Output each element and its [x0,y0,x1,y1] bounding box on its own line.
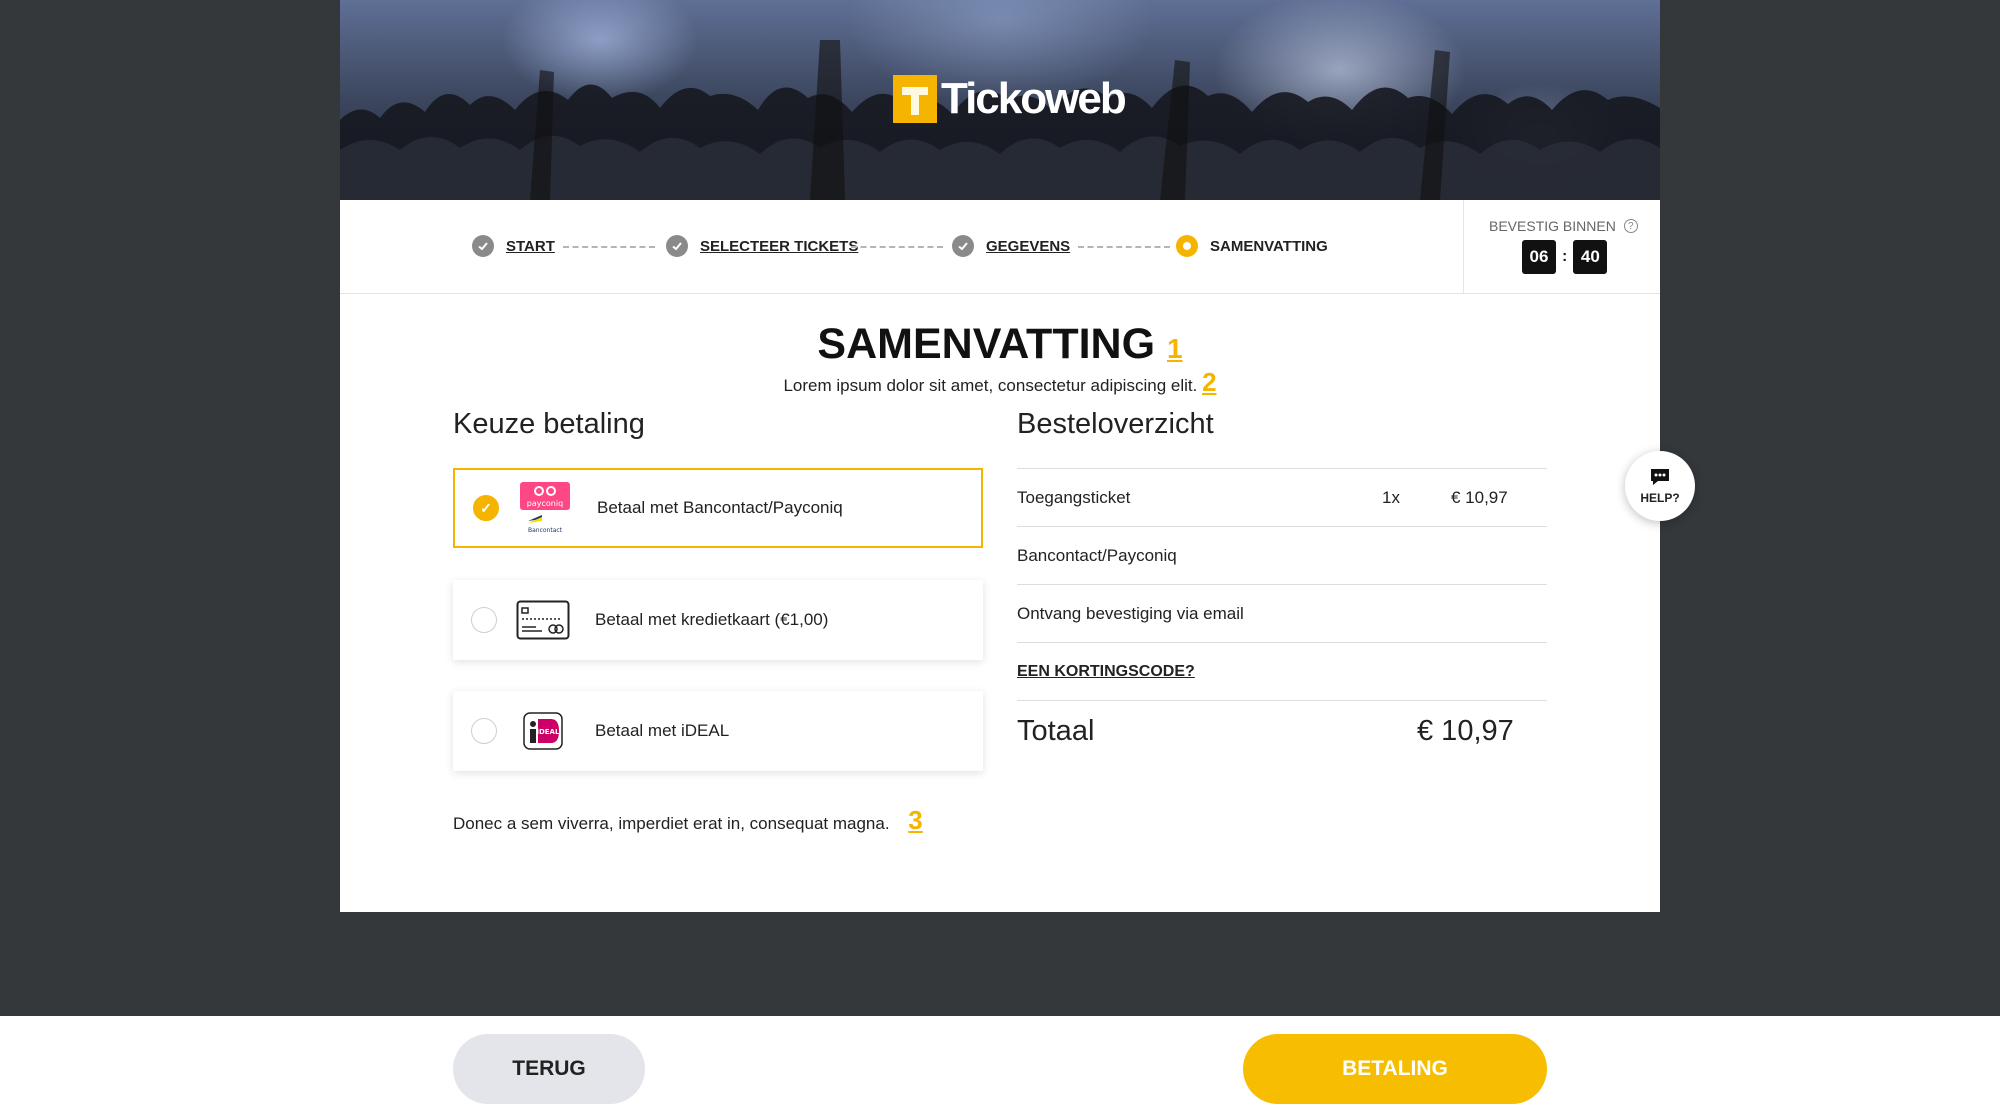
payment-option-label: Betaal met kredietkaart (€1,00) [595,610,829,629]
ideal-logo: iDEAL [515,703,571,759]
page-subtitle: Lorem ipsum dolor sit amet, consectetur … [783,367,1217,397]
brand-name: Tickoweb [941,74,1127,123]
timer-seconds: 40 [1573,240,1608,274]
svg-text:Bancontact: Bancontact [528,527,563,534]
footer-bar: TERUG BETALING [0,1016,2000,1120]
credit-card-icon [515,592,571,648]
logo-mark [893,75,937,123]
timer-minutes: 06 [1522,240,1556,274]
payment-option-label: Betaal met Bancontact/Payconiq [597,498,843,517]
payment-option-bancontact[interactable]: ✓ payconiq Bancontact Betaal met Bancont… [453,468,983,548]
step-start[interactable]: START [472,235,555,257]
order-summary-heading: Besteloverzicht [1017,408,1214,440]
payment-option-ideal[interactable]: iDEAL Betaal met iDEAL [453,691,983,771]
hero-banner: Tickoweb [340,0,1660,200]
countdown-panel: BEVESTIG BINNEN ? 06 : 40 [1463,200,1661,293]
total-label: Totaal [1017,714,1095,747]
step-label: SAMENVATTING [1210,237,1328,255]
payconiq-logo: payconiq Bancontact [517,480,573,536]
check-icon [472,235,494,257]
step-label: GEGEVENS [986,237,1071,255]
payment-note: Donec a sem viverra, imperdiet erat in, … [453,805,923,835]
radio-checked-icon[interactable]: ✓ [473,495,499,521]
discount-code-link[interactable]: EEN KORTINGSCODE? [1017,663,1195,681]
annotation-marker: 2 [1202,367,1217,397]
step-details[interactable]: GEGEVENS [952,235,1070,257]
checkout-card: Tickoweb START SELECTEER TICKETS GEGEVEN… [340,0,1660,912]
timer-separator: : [1562,248,1568,265]
summary-total-row: Totaal € 10,97 [1017,700,1547,761]
payment-button[interactable]: BETALING [1243,1034,1547,1104]
progress-steps: START SELECTEER TICKETS GEGEVENS SAMENVA… [340,200,1660,294]
summary-method-row: Bancontact/Payconiq [1017,526,1547,584]
step-select-tickets[interactable]: SELECTEER TICKETS [666,235,858,257]
step-label: START [506,237,555,255]
step-connector [563,246,655,248]
summary-discount-row: EEN KORTINGSCODE? [1017,642,1547,700]
step-summary: SAMENVATTING [1176,235,1328,257]
countdown-label: BEVESTIG BINNEN ? [1489,218,1638,234]
svg-text:payconiq: payconiq [527,499,563,508]
step-connector [851,246,943,248]
help-button[interactable]: HELP? [1625,451,1695,521]
confirmation-text: Ontvang bevestiging via email [1017,603,1244,623]
check-icon [952,235,974,257]
annotation-marker: 1 [1167,333,1183,364]
countdown-timer: 06 : 40 [1522,240,1608,274]
radio-unchecked-icon[interactable] [471,718,497,744]
back-button[interactable]: TERUG [453,1034,645,1104]
ticket-price: € 10,97 [1451,487,1508,507]
summary-confirmation-row: Ontvang bevestiging via email [1017,584,1547,642]
payment-option-creditcard[interactable]: Betaal met kredietkaart (€1,00) [453,580,983,660]
current-step-icon [1176,235,1198,257]
step-connector [1078,246,1170,248]
radio-unchecked-icon[interactable] [471,607,497,633]
payment-heading: Keuze betaling [453,408,645,440]
payment-option-label: Betaal met iDEAL [595,721,730,740]
total-value: € 10,97 [1417,714,1514,747]
annotation-marker: 3 [908,805,923,835]
svg-text:iDEAL: iDEAL [537,728,560,736]
payment-method: Bancontact/Payconiq [1017,545,1177,565]
brand-logo[interactable]: Tickoweb [893,74,1127,124]
question-icon[interactable]: ? [1623,219,1638,233]
summary-ticket-row: Toegangsticket 1x € 10,97 [1017,468,1547,526]
page-title: SAMENVATTING 1 [817,320,1183,368]
help-label: HELP? [1640,491,1680,505]
check-icon [666,235,688,257]
ticket-name: Toegangsticket [1017,487,1131,507]
ticket-quantity: 1x [1382,487,1400,507]
step-label: SELECTEER TICKETS [700,237,859,255]
chat-icon [1651,469,1669,485]
